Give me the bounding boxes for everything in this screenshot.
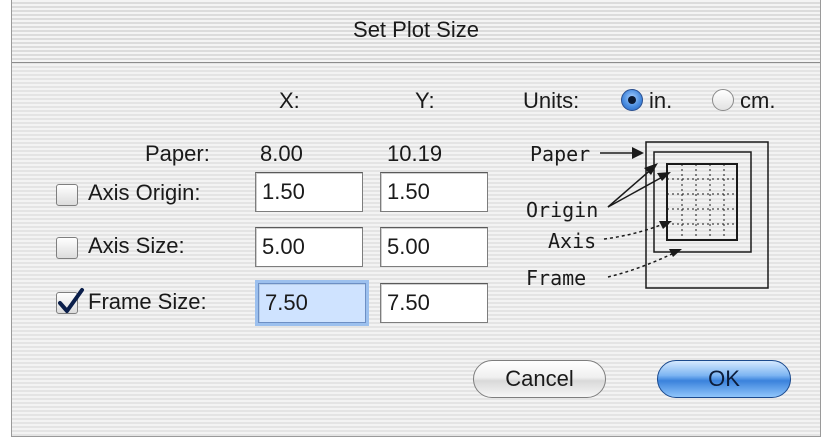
axis-size-x-field[interactable]	[255, 227, 363, 267]
diagram-label-frame: Frame	[526, 266, 586, 290]
frame-size-x-field[interactable]	[258, 283, 366, 323]
checkmark-icon	[58, 288, 84, 313]
arrow-head-paper	[632, 147, 644, 159]
axis-size-checkbox[interactable]	[56, 237, 78, 259]
units-option-in-label[interactable]: in.	[649, 88, 672, 114]
axis-origin-label[interactable]: Axis Origin:	[88, 180, 200, 206]
x-column-header: X:	[279, 88, 300, 113]
diagram-label-origin: Origin	[526, 198, 598, 222]
axis-origin-checkbox[interactable]	[56, 184, 78, 206]
units-radio-cm[interactable]	[712, 89, 734, 111]
units-option-cm-label[interactable]: cm.	[740, 88, 775, 114]
units-label: Units:	[523, 88, 580, 113]
radio-selected-dot	[628, 96, 636, 104]
paper-y-value: 10.19	[387, 141, 443, 166]
paper-x-value: 8.00	[260, 141, 303, 166]
arrow-head-axis	[659, 221, 672, 229]
grid-lines	[667, 164, 737, 240]
arrow-head-frame	[669, 249, 682, 257]
axis-size-y-field[interactable]	[380, 227, 488, 267]
axis-origin-y-field[interactable]	[380, 172, 488, 212]
axis-rect	[666, 163, 738, 241]
diagram-label-axis: Axis	[548, 229, 596, 253]
cancel-button[interactable]: Cancel	[473, 360, 606, 398]
dialog-title: Set Plot Size	[353, 17, 479, 42]
paper-label: Paper:	[145, 141, 210, 166]
frame-size-y-field[interactable]	[380, 283, 488, 323]
axis-size-label[interactable]: Axis Size:	[88, 233, 185, 259]
title-bar[interactable]: Set Plot Size	[12, 0, 820, 63]
frame-size-checkbox[interactable]	[56, 288, 84, 314]
units-radio-in[interactable]	[621, 89, 643, 111]
y-column-header: Y:	[415, 88, 435, 113]
plot-size-diagram: Paper Origin Axis Frame	[526, 141, 769, 290]
ok-button[interactable]: OK	[657, 360, 791, 398]
axis-origin-x-field[interactable]	[255, 172, 363, 212]
diagram-label-paper: Paper	[530, 142, 590, 166]
frame-size-label[interactable]: Frame Size:	[88, 289, 207, 315]
